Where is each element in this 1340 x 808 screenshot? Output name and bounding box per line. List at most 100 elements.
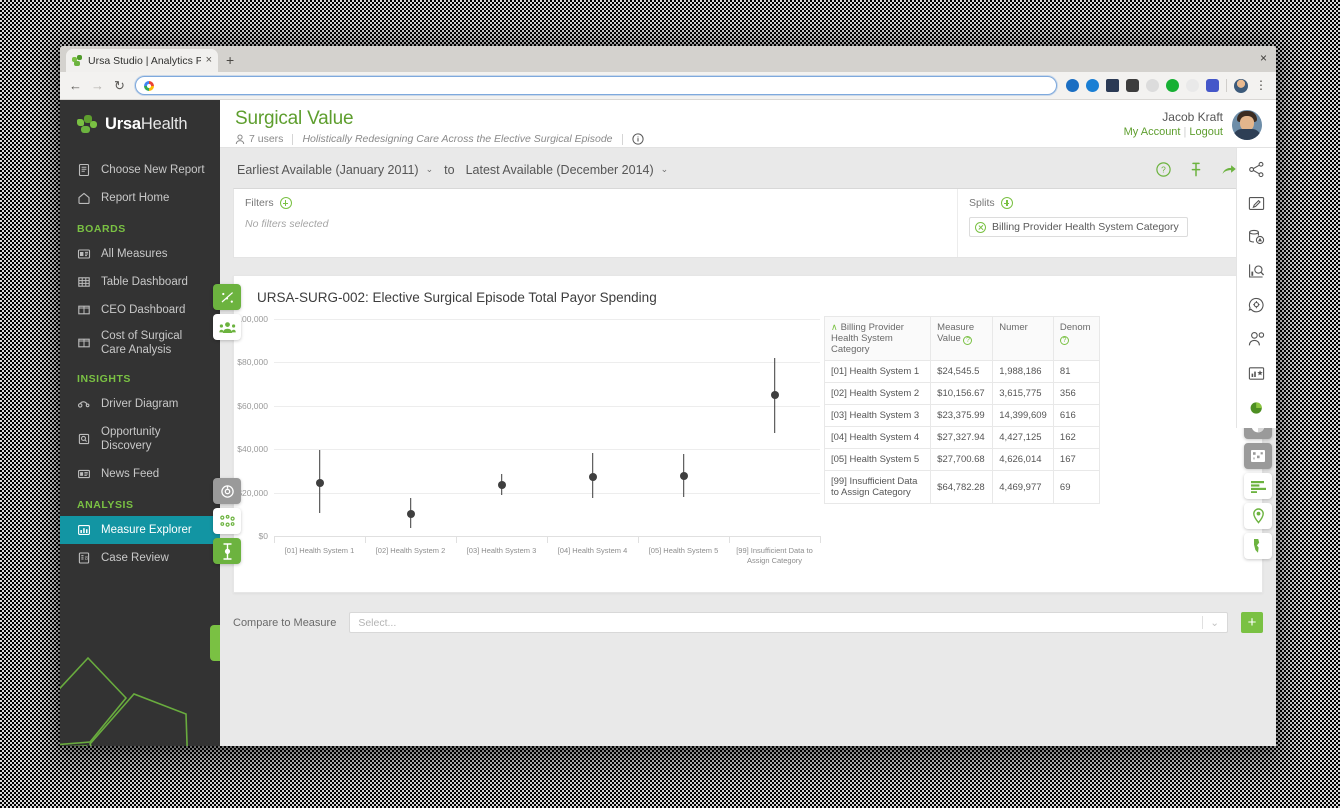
chart-category-column[interactable]: [01] Health System 1 (274, 319, 365, 555)
map-pin-tool[interactable] (1244, 503, 1272, 529)
browser-tab[interactable]: Ursa Studio | Analytics Por × (66, 49, 218, 72)
table-header-measure-value[interactable]: Measure Value ? (930, 316, 994, 361)
table-cell-numer: 1,988,186 (992, 360, 1054, 383)
user-settings-icon[interactable] (1248, 330, 1266, 348)
browser-menu-icon[interactable]: ⋮ (1255, 79, 1267, 91)
extension-icon-5[interactable] (1146, 79, 1159, 92)
my-account-link[interactable]: My Account (1124, 126, 1181, 138)
table-cell-measure-value: $24,545.5 (930, 360, 994, 383)
sidebar-item-table-dashboard[interactable]: Table Dashboard (60, 268, 220, 296)
sort-ascending-icon[interactable]: ∧ (831, 322, 838, 332)
chart-title: URSA-SURG-002: Elective Surgical Episode… (257, 290, 657, 305)
chart-category-column[interactable]: [04] Health System 4 (547, 319, 638, 555)
add-filter-icon[interactable] (279, 197, 292, 209)
magnifier-icon (77, 432, 91, 446)
extension-icon-3[interactable] (1106, 79, 1119, 92)
sidebar-item-case-review[interactable]: 8 Case Review (60, 544, 220, 572)
extension-icon-6[interactable] (1166, 79, 1179, 92)
table-header-numer[interactable]: Numer (992, 316, 1054, 361)
column-label: Denom (1059, 322, 1091, 333)
table-row[interactable]: [02] Health System 2 $10,156.67 3,615,775 3… (823, 382, 1101, 405)
table-header-category[interactable]: ∧ Billing Provider Health System Category (823, 316, 932, 361)
help-icon[interactable]: ? (963, 336, 973, 345)
horizontal-bar-tool[interactable] (1244, 473, 1272, 499)
settings-bubble-icon[interactable] (1248, 296, 1266, 314)
sidebar-item-all-measures[interactable]: All Measures (60, 240, 220, 268)
heatmap-tool[interactable] (1244, 443, 1272, 469)
extension-icon-1[interactable] (1066, 79, 1079, 92)
sidebar-item-report-home[interactable]: Report Home (60, 184, 220, 212)
chevron-down-icon[interactable]: ⌄ (426, 164, 434, 175)
edit-panel-icon[interactable] (1248, 194, 1266, 212)
chart-category-column[interactable]: [03] Health System 3 (456, 319, 547, 555)
x-axis-label: [99] Insufficient Data to Assign Categor… (736, 546, 813, 566)
share-nodes-icon[interactable] (1248, 160, 1266, 178)
back-button[interactable]: ← (69, 78, 82, 93)
date-from-label[interactable]: Earliest Available (January 2011) (237, 163, 419, 177)
pin-icon[interactable] (1189, 162, 1203, 177)
geo-map-tool[interactable] (1244, 533, 1272, 559)
tab-close-icon[interactable]: × (206, 55, 212, 66)
data-point[interactable] (315, 478, 324, 487)
extension-icon-8[interactable] (1206, 79, 1219, 92)
reload-button[interactable]: ↻ (113, 78, 126, 94)
browser-profile-avatar[interactable] (1234, 78, 1248, 93)
sidebar-item-driver-diagram[interactable]: Driver Diagram (60, 390, 220, 418)
data-point[interactable] (770, 391, 779, 400)
chart-star-icon[interactable] (1248, 364, 1266, 382)
split-chip[interactable]: Billing Provider Health System Category (969, 217, 1188, 237)
window-close-icon[interactable]: × (1260, 51, 1267, 65)
help-icon[interactable]: ? (1059, 336, 1069, 345)
y-axis-tick-label: $20,000 (237, 487, 268, 498)
extension-icon-4[interactable] (1126, 79, 1139, 92)
brand-logo[interactable]: UrsaHealth (60, 100, 220, 148)
date-to-label[interactable]: Latest Available (December 2014) (466, 163, 654, 177)
chart-category-column[interactable]: [02] Health System 2 (365, 319, 456, 555)
address-bar[interactable] (135, 76, 1057, 95)
extension-icon-2[interactable] (1086, 79, 1099, 92)
sidebar-item-opportunity-discovery[interactable]: Opportunity Discovery (60, 418, 220, 460)
sidebar-item-cost-of-surgical-care-analysis[interactable]: Cost of Surgical Care Analysis (60, 324, 220, 362)
sidebar-item-choose-new-report[interactable]: Choose New Report (60, 156, 220, 184)
chart-category-column[interactable]: [05] Health System 5 (638, 319, 729, 555)
extension-icon-7[interactable] (1186, 79, 1199, 92)
scatter-plot-tool[interactable] (213, 284, 241, 310)
column-label: Billing Provider Health System Category (831, 322, 904, 355)
compare-measure-select[interactable]: Select... ⌄ (349, 612, 1228, 633)
bubble-plot-tool[interactable] (213, 508, 241, 534)
error-bar-tool[interactable] (213, 538, 241, 564)
table-row[interactable]: [04] Health System 4 $27,327.94 4,427,125 1… (823, 426, 1101, 449)
data-point[interactable] (679, 471, 688, 480)
add-compare-button[interactable]: + (1241, 612, 1263, 633)
sidebar-item-news-feed[interactable]: News Feed (60, 460, 220, 488)
new-tab-button[interactable]: + (226, 52, 234, 68)
table-row[interactable]: [05] Health System 5 $27,700.68 4,626,014 1… (823, 448, 1101, 471)
pie-slice-icon[interactable] (1248, 398, 1266, 416)
logout-link[interactable]: Logout (1189, 126, 1223, 138)
avatar[interactable] (1232, 110, 1262, 140)
table-header-denom[interactable]: Denom ? (1052, 316, 1101, 361)
sidebar-item-ceo-dashboard[interactable]: CEO Dashboard (60, 296, 220, 324)
chevron-down-icon[interactable]: ⌄ (661, 164, 669, 175)
table-row[interactable]: [01] Health System 1 $24,545.5 1,988,186 81 (823, 360, 1101, 383)
data-point[interactable] (497, 481, 506, 490)
table-row[interactable]: [99] Insufficient Data to Assign Categor… (823, 470, 1101, 504)
target-tool[interactable] (213, 478, 241, 504)
info-icon[interactable] (631, 133, 644, 145)
table-row[interactable]: [03] Health System 3 $23,375.99 14,399,609… (823, 404, 1101, 427)
help-icon[interactable]: ? (1156, 162, 1171, 177)
cohort-people-tool[interactable] (213, 314, 241, 340)
chart-category-column[interactable]: [99] Insufficient Data to Assign Categor… (729, 319, 820, 565)
forward-button[interactable]: → (91, 78, 104, 93)
chevron-down-icon[interactable]: ⌄ (1210, 617, 1219, 629)
add-split-icon[interactable] (1000, 197, 1013, 209)
share-arrow-icon[interactable] (1221, 163, 1237, 177)
sidebar-collapse-button[interactable]: ‹ (210, 625, 220, 661)
sidebar-item-measure-explorer[interactable]: Measure Explorer (60, 516, 220, 545)
chart-inspect-icon[interactable] (1248, 262, 1266, 280)
data-layers-icon[interactable] (1248, 228, 1266, 246)
data-point[interactable] (588, 472, 597, 481)
chart-plot-area[interactable]: $0 $20,000 $40,000 $60,000 $80,000 $100,000 [0… (233, 314, 821, 565)
data-point[interactable] (406, 509, 415, 518)
remove-split-icon[interactable] (975, 221, 986, 233)
